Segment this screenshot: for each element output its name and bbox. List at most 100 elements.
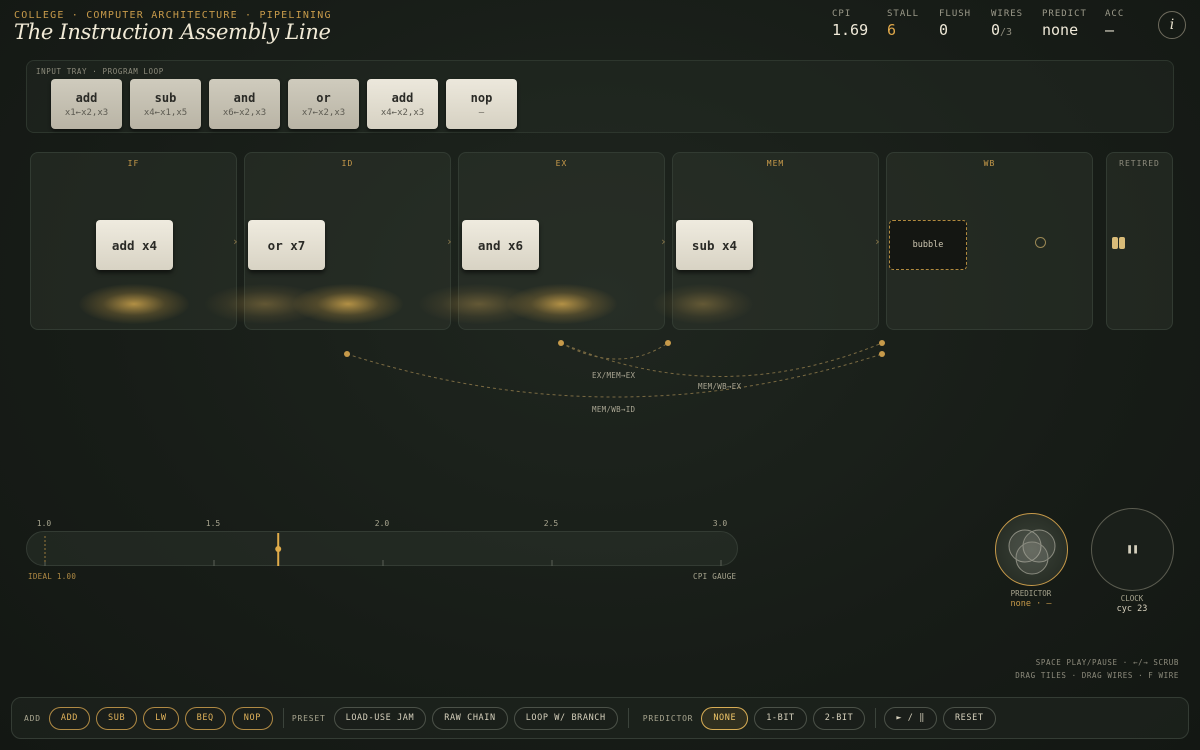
- page-title: The Instruction Assembly Line: [14, 20, 331, 44]
- shortcut-line: SPACE PLAY/PAUSE · ←/→ SCRUB: [1035, 658, 1179, 667]
- play-pause-button[interactable]: ► / ‖: [884, 706, 937, 730]
- stat-flush-label: FLUSH: [939, 9, 972, 19]
- predictor-2bit-button[interactable]: 2-BIT: [812, 706, 866, 730]
- stage-retired: RETIRED: [1106, 152, 1173, 330]
- tile-op: sub: [154, 90, 177, 105]
- predictor-knob-label: PREDICTOR: [1010, 589, 1052, 598]
- stat-predict-label: PREDICT: [1042, 9, 1087, 19]
- wire-port[interactable]: [344, 351, 350, 357]
- stage-glow: [79, 284, 189, 324]
- predictor-1bit-button[interactable]: 1-BIT: [754, 706, 807, 730]
- clock-knob[interactable]: ❚❚: [1091, 508, 1174, 591]
- stage-instruction-chip[interactable]: and x6: [462, 220, 539, 270]
- stat-stall-label: STALL: [887, 9, 920, 19]
- wire-port[interactable]: [558, 340, 564, 346]
- preset-raw-chain-button[interactable]: RAW CHAIN: [432, 706, 508, 730]
- clock-knob-label: CLOCK: [1120, 594, 1144, 603]
- stage-instruction-chip[interactable]: add x4: [96, 220, 173, 270]
- reset-button[interactable]: RESET: [942, 706, 996, 730]
- stat-predict: PREDICT none: [1042, 9, 1105, 39]
- stat-wires-count: 0: [991, 21, 1001, 39]
- predictor-knob-value: none · —: [1010, 599, 1052, 609]
- bottom-toolbar: ADD ADD SUB LW BEQ NOP PRESET LOAD-USE J…: [11, 697, 1189, 739]
- instruction-tile[interactable]: sub x4←x1,x5: [130, 79, 201, 129]
- predictor-knob[interactable]: [995, 513, 1068, 586]
- tile-op: add: [75, 90, 98, 105]
- tile-args: x1←x2,x3: [64, 107, 109, 118]
- stat-wires-total: /3: [1000, 27, 1013, 38]
- empty-slot-ring-icon: [1035, 237, 1046, 248]
- stage-instruction-chip[interactable]: sub x4: [676, 220, 753, 270]
- stat-cpi-value: 1.69: [832, 21, 869, 39]
- tile-op: nop: [470, 90, 493, 105]
- info-icon[interactable]: i: [1158, 11, 1186, 39]
- stage-glow: [653, 284, 753, 324]
- preset-loop-branch-button[interactable]: LOOP W/ BRANCH: [513, 706, 618, 730]
- toolbar-divider: [627, 708, 629, 728]
- instruction-tile[interactable]: add x1←x2,x3: [51, 79, 122, 129]
- gauge-tick-label: 2.5: [543, 519, 559, 528]
- stage-label: EX: [555, 159, 568, 168]
- tile-op: and: [233, 90, 256, 105]
- preset-load-use-jam-button[interactable]: LOAD-USE JAM: [333, 706, 427, 730]
- instruction-tile[interactable]: or x7←x2,x3: [288, 79, 359, 129]
- gauge-tick-label: 3.0: [712, 519, 728, 528]
- stat-cpi: CPI 1.69: [832, 9, 887, 39]
- add-add-button[interactable]: ADD: [48, 706, 91, 730]
- gauge-tick-label: 1.5: [205, 519, 221, 528]
- chevron-right-icon: ›: [232, 235, 239, 248]
- cpi-gauge: [26, 531, 738, 566]
- instruction-tile[interactable]: add x4←x2,x3: [367, 79, 438, 129]
- stage-label: ID: [341, 159, 354, 168]
- stage-label: MEM: [766, 159, 785, 168]
- stage-label: WB: [983, 159, 996, 168]
- clock-cycle-value: cyc 23: [1116, 604, 1148, 614]
- stage-glow: [293, 284, 403, 324]
- add-label: ADD: [24, 713, 41, 723]
- stat-acc-value: —: [1105, 21, 1115, 39]
- tile-op: add: [391, 90, 414, 105]
- chevron-right-icon: ›: [446, 235, 453, 248]
- stat-cpi-label: CPI: [832, 9, 852, 19]
- stage-label: IF: [127, 159, 140, 168]
- predictor-label: PREDICTOR: [642, 713, 694, 723]
- predictor-none-button[interactable]: NONE: [701, 706, 749, 730]
- stage-instruction-chip[interactable]: or x7: [248, 220, 325, 270]
- stage-ex: EX and x6 ›: [419, 152, 667, 330]
- instruction-tile[interactable]: and x6←x2,x3: [209, 79, 280, 129]
- cpi-gauge-title: CPI GAUGE: [693, 572, 737, 581]
- tile-args: x6←x2,x3: [222, 107, 267, 118]
- add-sub-button[interactable]: SUB: [96, 706, 138, 730]
- retired-instruction-chip: [1119, 237, 1125, 249]
- stat-wires-label: WIRES: [991, 9, 1024, 19]
- stat-predict-value: none: [1042, 21, 1079, 39]
- stage-mem: MEM sub x4 ›: [653, 152, 881, 330]
- stat-flush: FLUSH 0: [939, 9, 991, 39]
- wire-ex-mem-ex: [560, 342, 669, 360]
- add-beq-button[interactable]: BEQ: [184, 706, 226, 730]
- stats-bar: CPI 1.69 STALL 6 FLUSH 0 WIRES 0/3 PREDI…: [832, 9, 1145, 39]
- add-lw-button[interactable]: LW: [143, 706, 179, 730]
- wire-port[interactable]: [879, 340, 885, 346]
- tile-args: —: [478, 107, 485, 118]
- toolbar-divider: [282, 708, 284, 728]
- wire-port[interactable]: [665, 340, 671, 346]
- keyboard-shortcuts: SPACE PLAY/PAUSE · ←/→ SCRUB DRAG TILES …: [1015, 656, 1179, 682]
- gauge-tick-label: 1.0: [36, 519, 52, 528]
- stat-stall: STALL 6: [887, 9, 939, 39]
- gauge-tick-label: 2.0: [374, 519, 390, 528]
- stat-acc-label: ACC: [1105, 9, 1125, 19]
- tile-op: or: [316, 90, 331, 105]
- stat-wires: WIRES 0/3: [991, 9, 1042, 39]
- tray-tiles: add x1←x2,x3 sub x4←x1,x5 and x6←x2,x3 o…: [51, 79, 517, 129]
- wire-port[interactable]: [879, 351, 885, 357]
- chevron-right-icon: ›: [660, 235, 667, 248]
- shortcut-line: DRAG TILES · DRAG WIRES · F WIRE: [1015, 671, 1179, 680]
- tile-args: x4←x2,x3: [380, 107, 425, 118]
- stat-acc: ACC —: [1105, 9, 1145, 39]
- retired-instruction-chip: [1112, 237, 1118, 249]
- add-nop-button[interactable]: NOP: [231, 706, 273, 730]
- stat-wires-value: 0/3: [991, 21, 1042, 39]
- cpi-gauge-track: [44, 533, 722, 566]
- instruction-tile[interactable]: nop —: [446, 79, 517, 129]
